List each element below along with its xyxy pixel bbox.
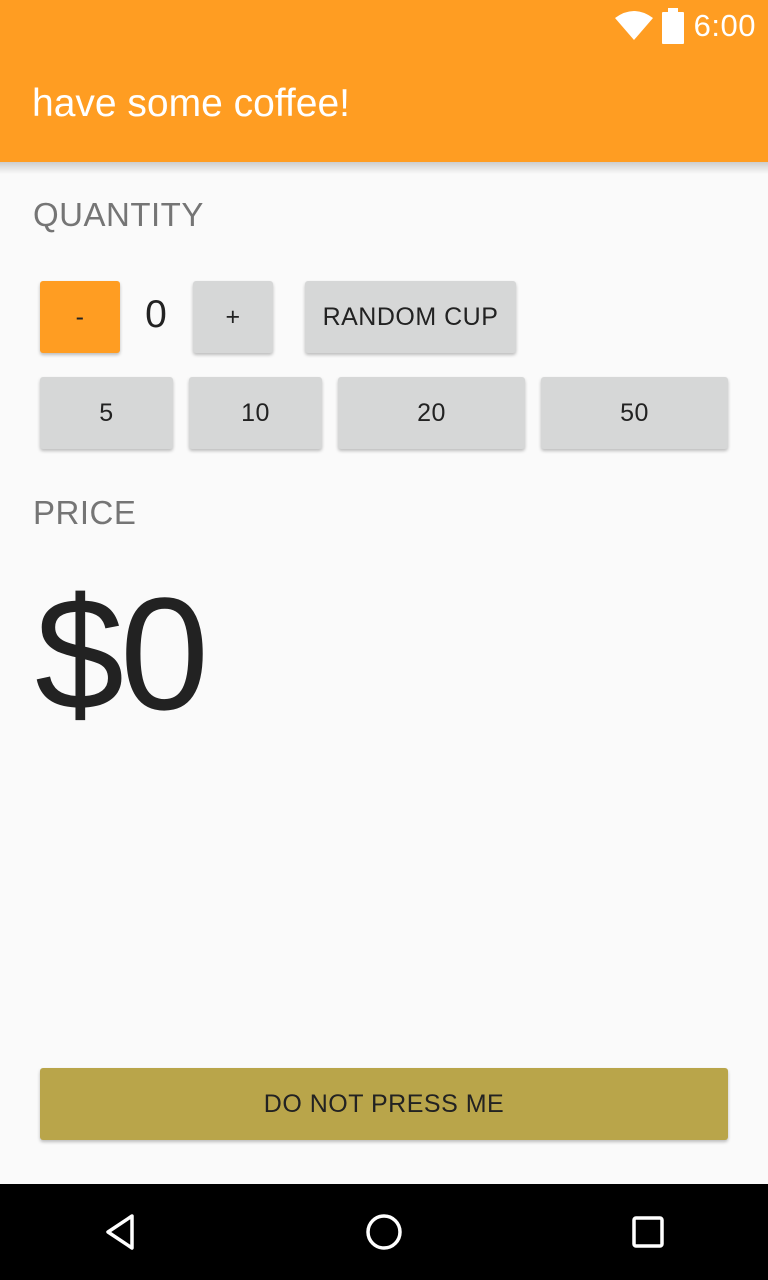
preset-50-button[interactable]: 50: [541, 377, 728, 449]
back-icon[interactable]: [96, 1208, 144, 1256]
recents-icon[interactable]: [624, 1208, 672, 1256]
preset-10-button[interactable]: 10: [189, 377, 322, 449]
decrement-button[interactable]: -: [40, 281, 120, 353]
navigation-bar: [0, 1184, 768, 1280]
app-bar: 6:00 have some coffee!: [0, 0, 768, 162]
status-time: 6:00: [693, 8, 756, 43]
quantity-value: 0: [145, 293, 167, 336]
app-title: have some coffee!: [32, 82, 350, 125]
battery-icon: [661, 8, 684, 44]
price-label: PRICE: [33, 494, 137, 531]
quantity-label: QUANTITY: [33, 196, 204, 233]
price-value: $0: [35, 564, 209, 743]
home-icon[interactable]: [360, 1208, 408, 1256]
wifi-icon: [614, 10, 654, 42]
preset-20-button[interactable]: 20: [338, 377, 525, 449]
preset-5-button[interactable]: 5: [40, 377, 173, 449]
status-bar: 6:00: [614, 0, 768, 52]
random-cup-button[interactable]: RANDOM CUP: [305, 281, 516, 353]
app-bar-shadow: [0, 162, 768, 174]
do-not-press-button[interactable]: DO NOT PRESS ME: [40, 1068, 728, 1140]
increment-button[interactable]: +: [193, 281, 273, 353]
